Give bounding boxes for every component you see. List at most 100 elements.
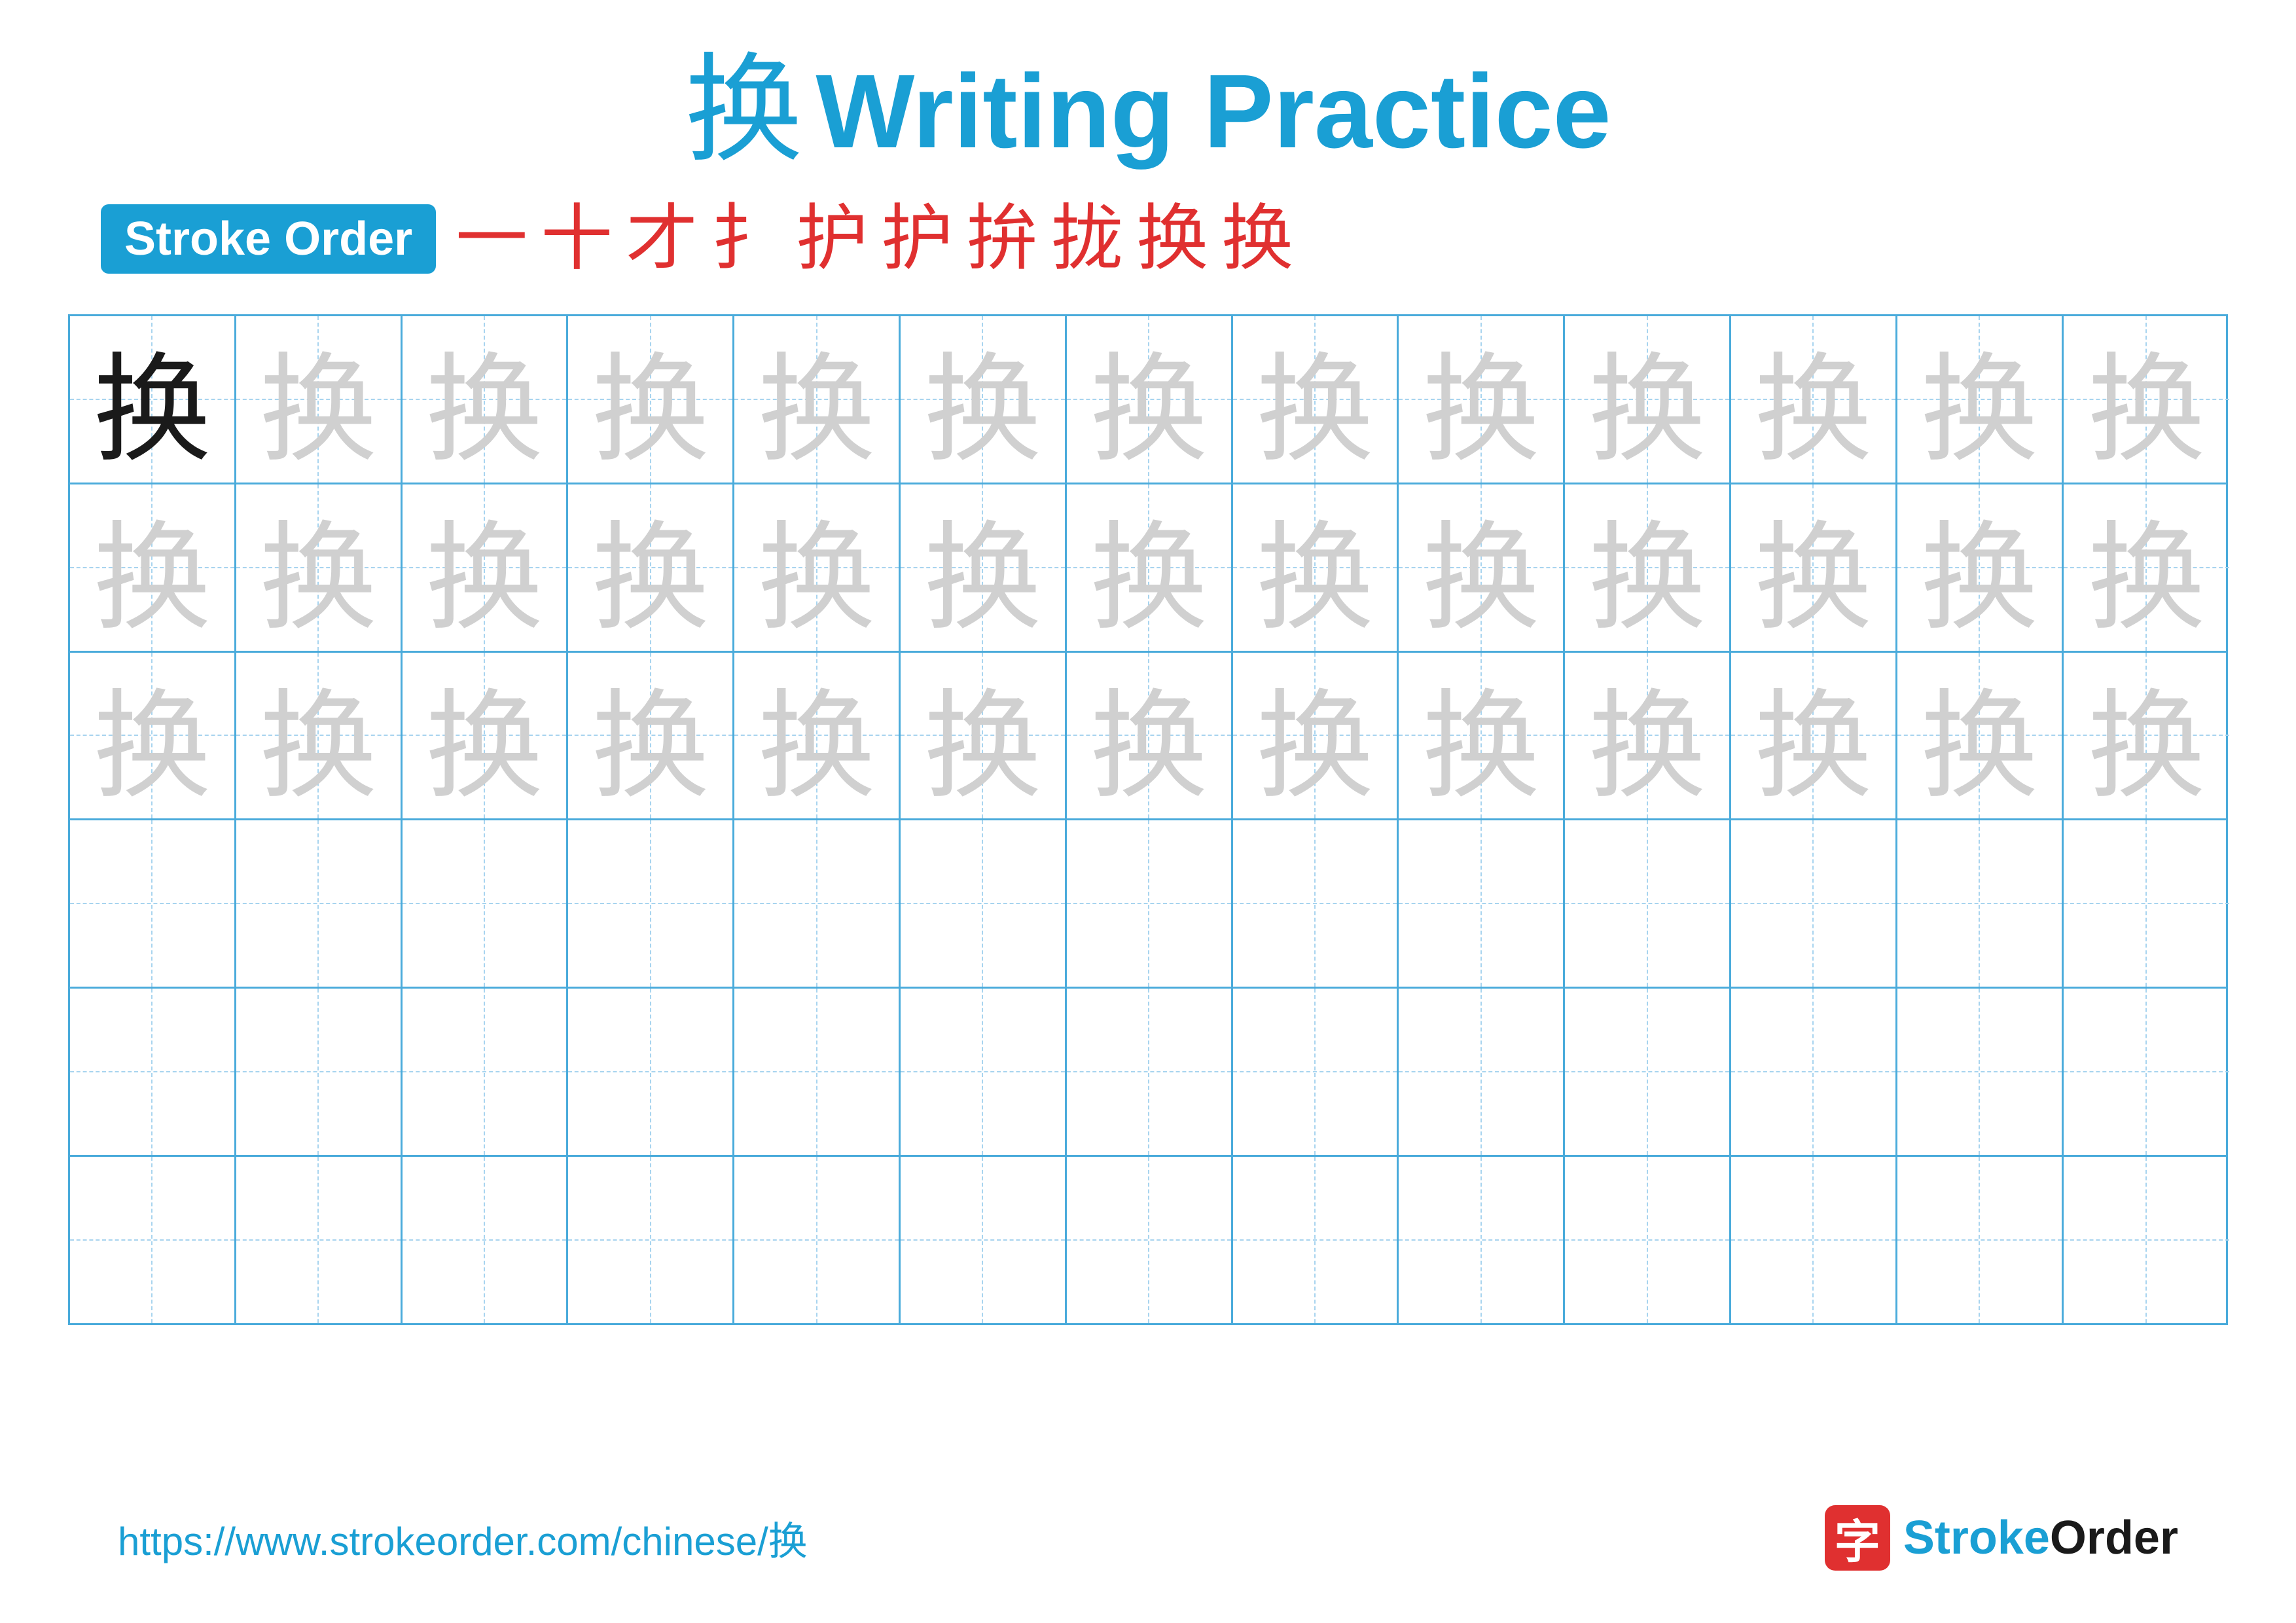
practice-char: 换 — [425, 482, 543, 653]
stroke-6: 护 — [881, 203, 953, 275]
grid-cell — [1233, 820, 1399, 987]
grid-cell — [236, 989, 403, 1155]
practice-char: 换 — [1588, 650, 1706, 821]
grid-cell: 换 — [403, 316, 569, 483]
grid-cell — [70, 1157, 236, 1323]
practice-char: 换 — [758, 482, 876, 653]
stroke-9: 换 — [1136, 203, 1208, 275]
stroke-4: 扌 — [711, 203, 783, 275]
grid-cell: 换 — [2064, 653, 2230, 819]
grid-cell: 换 — [1399, 484, 1565, 651]
grid-cell — [568, 989, 734, 1155]
grid-cell: 换 — [568, 316, 734, 483]
grid-cell: 换 — [1565, 484, 1731, 651]
practice-char: 换 — [1422, 314, 1540, 484]
grid-cell: 换 — [734, 316, 901, 483]
stroke-1: 一 — [456, 203, 528, 275]
grid-cell: 换 — [1731, 316, 1897, 483]
grid-cell — [1731, 989, 1897, 1155]
grid-cell — [1067, 989, 1233, 1155]
practice-char: 换 — [1588, 314, 1706, 484]
grid-cell — [2064, 1157, 2230, 1323]
practice-char: 换 — [1920, 482, 2038, 653]
grid-cell — [734, 1157, 901, 1323]
practice-char: 换 — [1920, 314, 2038, 484]
stroke-2: 十 — [541, 203, 613, 275]
practice-char: 换 — [259, 650, 377, 821]
grid-cell: 换 — [901, 653, 1067, 819]
practice-char: 换 — [758, 650, 876, 821]
grid-cell: 换 — [1233, 653, 1399, 819]
grid-cell: 换 — [1897, 316, 2064, 483]
grid-cell: 换 — [236, 484, 403, 651]
grid-cell: 换 — [1067, 484, 1233, 651]
practice-char: 换 — [1090, 314, 1208, 484]
grid-cell — [734, 989, 901, 1155]
stroke-3: 才 — [626, 203, 698, 275]
grid-row-2: 换换换换换换换换换换换换换 — [70, 653, 2226, 821]
practice-char: 换 — [1256, 650, 1374, 821]
grid-cell — [1897, 989, 2064, 1155]
practice-char: 换 — [1754, 482, 1872, 653]
grid-row-1: 换换换换换换换换换换换换换 — [70, 484, 2226, 653]
title-chinese-char: 换 — [685, 52, 802, 170]
grid-cell: 换 — [70, 653, 236, 819]
grid-cell: 换 — [901, 484, 1067, 651]
grid-cell — [568, 1157, 734, 1323]
practice-char: 换 — [1754, 314, 1872, 484]
grid-cell — [403, 989, 569, 1155]
grid-cell: 换 — [1067, 316, 1233, 483]
practice-char: 换 — [1422, 650, 1540, 821]
practice-char: 换 — [1920, 650, 2038, 821]
grid-cell — [403, 1157, 569, 1323]
grid-cell: 换 — [901, 316, 1067, 483]
practice-char: 换 — [1256, 314, 1374, 484]
practice-char: 换 — [425, 650, 543, 821]
grid-cell: 换 — [403, 653, 569, 819]
grid-cell — [1399, 1157, 1565, 1323]
grid-cell: 换 — [2064, 316, 2230, 483]
stroke-7: 拚 — [966, 203, 1038, 275]
stroke-8: 拢 — [1051, 203, 1123, 275]
practice-char: 换 — [93, 650, 211, 821]
grid-cell: 换 — [1233, 484, 1399, 651]
practice-char: 换 — [1090, 650, 1208, 821]
grid-cell: 换 — [70, 316, 236, 483]
grid-cell: 换 — [236, 316, 403, 483]
practice-char: 换 — [1754, 650, 1872, 821]
footer-url[interactable]: https://www.strokeorder.com/chinese/换 — [118, 1510, 808, 1567]
grid-cell: 换 — [1233, 316, 1399, 483]
grid-cell: 换 — [2064, 484, 2230, 651]
practice-char: 换 — [1422, 482, 1540, 653]
grid-cell — [1565, 1157, 1731, 1323]
stroke-sequence: 一 十 才 扌 护 护 拚 拢 换 换 — [456, 203, 1293, 275]
grid-row-5 — [70, 1157, 2226, 1323]
grid-cell — [2064, 820, 2230, 987]
practice-char: 换 — [592, 314, 709, 484]
grid-cell — [1233, 989, 1399, 1155]
grid-cell — [1731, 820, 1897, 987]
practice-char: 换 — [2087, 314, 2205, 484]
logo-order: Order — [2050, 1512, 2178, 1564]
practice-char: 换 — [924, 482, 1041, 653]
stroke-order-area: Stroke Order 一 十 才 扌 护 护 拚 拢 换 换 — [101, 203, 2195, 275]
grid-cell: 换 — [1731, 484, 1897, 651]
practice-char: 换 — [924, 314, 1041, 484]
grid-cell — [1067, 820, 1233, 987]
page: 换 Writing Practice Stroke Order 一 十 才 扌 … — [0, 0, 2296, 1623]
grid-cell — [1233, 1157, 1399, 1323]
title-area: 换 Writing Practice — [685, 52, 1611, 170]
practice-char: 换 — [93, 314, 211, 484]
practice-grid: 换换换换换换换换换换换换换换换换换换换换换换换换换换换换换换换换换换换换换换换 — [68, 314, 2228, 1325]
practice-char: 换 — [592, 650, 709, 821]
practice-char: 换 — [93, 482, 211, 653]
grid-cell: 换 — [1565, 653, 1731, 819]
grid-cell: 换 — [1399, 653, 1565, 819]
grid-cell: 换 — [1897, 484, 2064, 651]
grid-cell — [403, 820, 569, 987]
grid-cell: 换 — [403, 484, 569, 651]
grid-cell — [70, 820, 236, 987]
title-text: Writing Practice — [816, 59, 1611, 164]
grid-cell: 换 — [734, 653, 901, 819]
grid-cell: 换 — [568, 653, 734, 819]
